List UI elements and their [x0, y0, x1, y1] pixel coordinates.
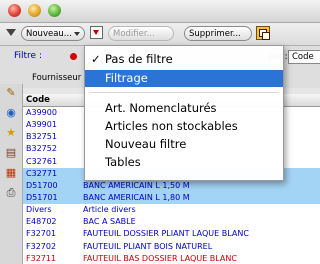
cell-code: B32751 — [26, 132, 57, 142]
cell-code: A39900 — [26, 108, 57, 117]
copy-icon[interactable] — [256, 26, 270, 40]
menu-toggle-button[interactable] — [90, 26, 103, 39]
close-window-button[interactable] — [8, 4, 21, 17]
menu-item-label: Art. Nomenclaturés — [105, 101, 217, 115]
menu-separator — [89, 92, 279, 93]
globe-icon[interactable]: ◉ — [4, 106, 18, 120]
menu-item-art-nomenclatures[interactable]: Art. Nomenclaturés — [85, 100, 283, 117]
supprimer-label: Supprimer... — [189, 29, 241, 39]
filter-popup-menu: ✓ Pas de filtre Filtrage Art. Nomenclatu… — [84, 45, 284, 181]
table-row[interactable]: F32702 FAUTEUIL PLIANT BOIS NATUREL — [23, 241, 320, 253]
table-row[interactable]: D51701 BANC AMERICAIN L 1,80 M — [23, 191, 320, 205]
menu-item-tables[interactable]: Tables — [85, 154, 283, 171]
cell-code: C32761 — [26, 156, 58, 166]
menu-item-label: Tables — [105, 155, 141, 169]
par-select[interactable]: Code — [288, 50, 320, 64]
menu-item-label: Nouveau filtre — [105, 137, 187, 151]
cell-label: BANC AMERICAIN L 1,50 M — [83, 180, 190, 190]
table-row[interactable]: D51700 BANC AMERICAIN L 1,50 M — [23, 179, 320, 192]
filter-red-dot-icon[interactable] — [70, 53, 77, 60]
cell-label: FAUTEUIL PLIANT BOIS NATUREL — [83, 241, 213, 251]
table-row[interactable]: E48702 BAC A SABLE — [23, 216, 320, 228]
cell-label: FAUTEUIL DOSSIER PLIANT LAQUE BLANC — [83, 229, 249, 239]
cell-code: Divers — [26, 205, 52, 215]
cell-code: F32701 — [26, 229, 57, 239]
disclosure-triangle-icon[interactable] — [6, 29, 16, 36]
books-icon[interactable]: ▤ — [4, 146, 18, 160]
modifier-label: Modifier... — [113, 29, 155, 39]
par-value: Code — [292, 52, 314, 62]
fournisseur-label: Fournisseur — [32, 73, 82, 83]
cell-code: C32771 — [26, 168, 58, 178]
menu-item-nouveau-filtre[interactable]: Nouveau filtre — [85, 136, 283, 153]
table-row[interactable]: F32701 FAUTEUIL DOSSIER PLIANT LAQUE BLAN… — [23, 228, 320, 240]
menu-item-filtrage[interactable]: Filtrage — [85, 70, 283, 87]
menu-item-label: Articles non stockables — [105, 119, 238, 133]
cell-code: E48702 — [26, 217, 57, 227]
filter-label: Filtre : — [14, 51, 42, 61]
menu-item-label: Filtrage — [105, 71, 148, 85]
pencil-icon[interactable]: ✎ — [4, 86, 18, 100]
title-bar — [0, 0, 320, 23]
cell-code: B32752 — [26, 144, 57, 154]
minimize-window-button[interactable] — [28, 4, 41, 17]
cell-label: FAUTEUIL BAS DOSSIER LAQUE BLANC — [83, 253, 237, 263]
star-icon[interactable]: ★ — [4, 126, 18, 140]
cell-label: BAC A SABLE — [83, 217, 136, 227]
menu-item-articles-non-stockables[interactable]: Articles non stockables — [85, 118, 283, 135]
modifier-button[interactable]: Modifier... — [108, 26, 174, 41]
nouveau-button[interactable]: Nouveau... — [21, 26, 85, 41]
dropdown-arrow-icon — [74, 32, 80, 36]
cell-code: D51701 — [26, 192, 58, 202]
zoom-window-button[interactable] — [48, 4, 61, 17]
cell-code: A39901 — [26, 120, 57, 130]
nouveau-label: Nouveau... — [26, 29, 72, 39]
cell-code: F32702 — [26, 241, 57, 251]
checkmark-icon: ✓ — [91, 52, 101, 66]
cell-code: D51700 — [26, 180, 58, 190]
app-window: Nouveau... Modifier... Supprimer... Filt… — [0, 0, 320, 264]
cell-label: Article divers — [83, 205, 136, 215]
menu-item-pas-de-filtre[interactable]: ✓ Pas de filtre — [85, 51, 283, 68]
table-row[interactable]: F32711 FAUTEUIL BAS DOSSIER LAQUE BLANC — [23, 253, 320, 264]
left-icon-strip: ✎ ◉ ★ ▤ ▦ ⎙ — [0, 84, 23, 264]
cell-code: F32711 — [26, 253, 57, 263]
table-row[interactable]: Divers Article divers — [23, 204, 320, 216]
supprimer-button[interactable]: Supprimer... — [184, 26, 252, 41]
red-arrow-icon — [93, 30, 99, 35]
toolbar: Nouveau... Modifier... Supprimer... — [0, 23, 320, 46]
calendar-icon[interactable]: ▦ — [4, 166, 18, 180]
menu-item-label: Pas de filtre — [105, 52, 173, 66]
cell-label: BANC AMERICAIN L 1,80 M — [83, 192, 190, 202]
printer-icon[interactable]: ⎙ — [4, 186, 18, 200]
